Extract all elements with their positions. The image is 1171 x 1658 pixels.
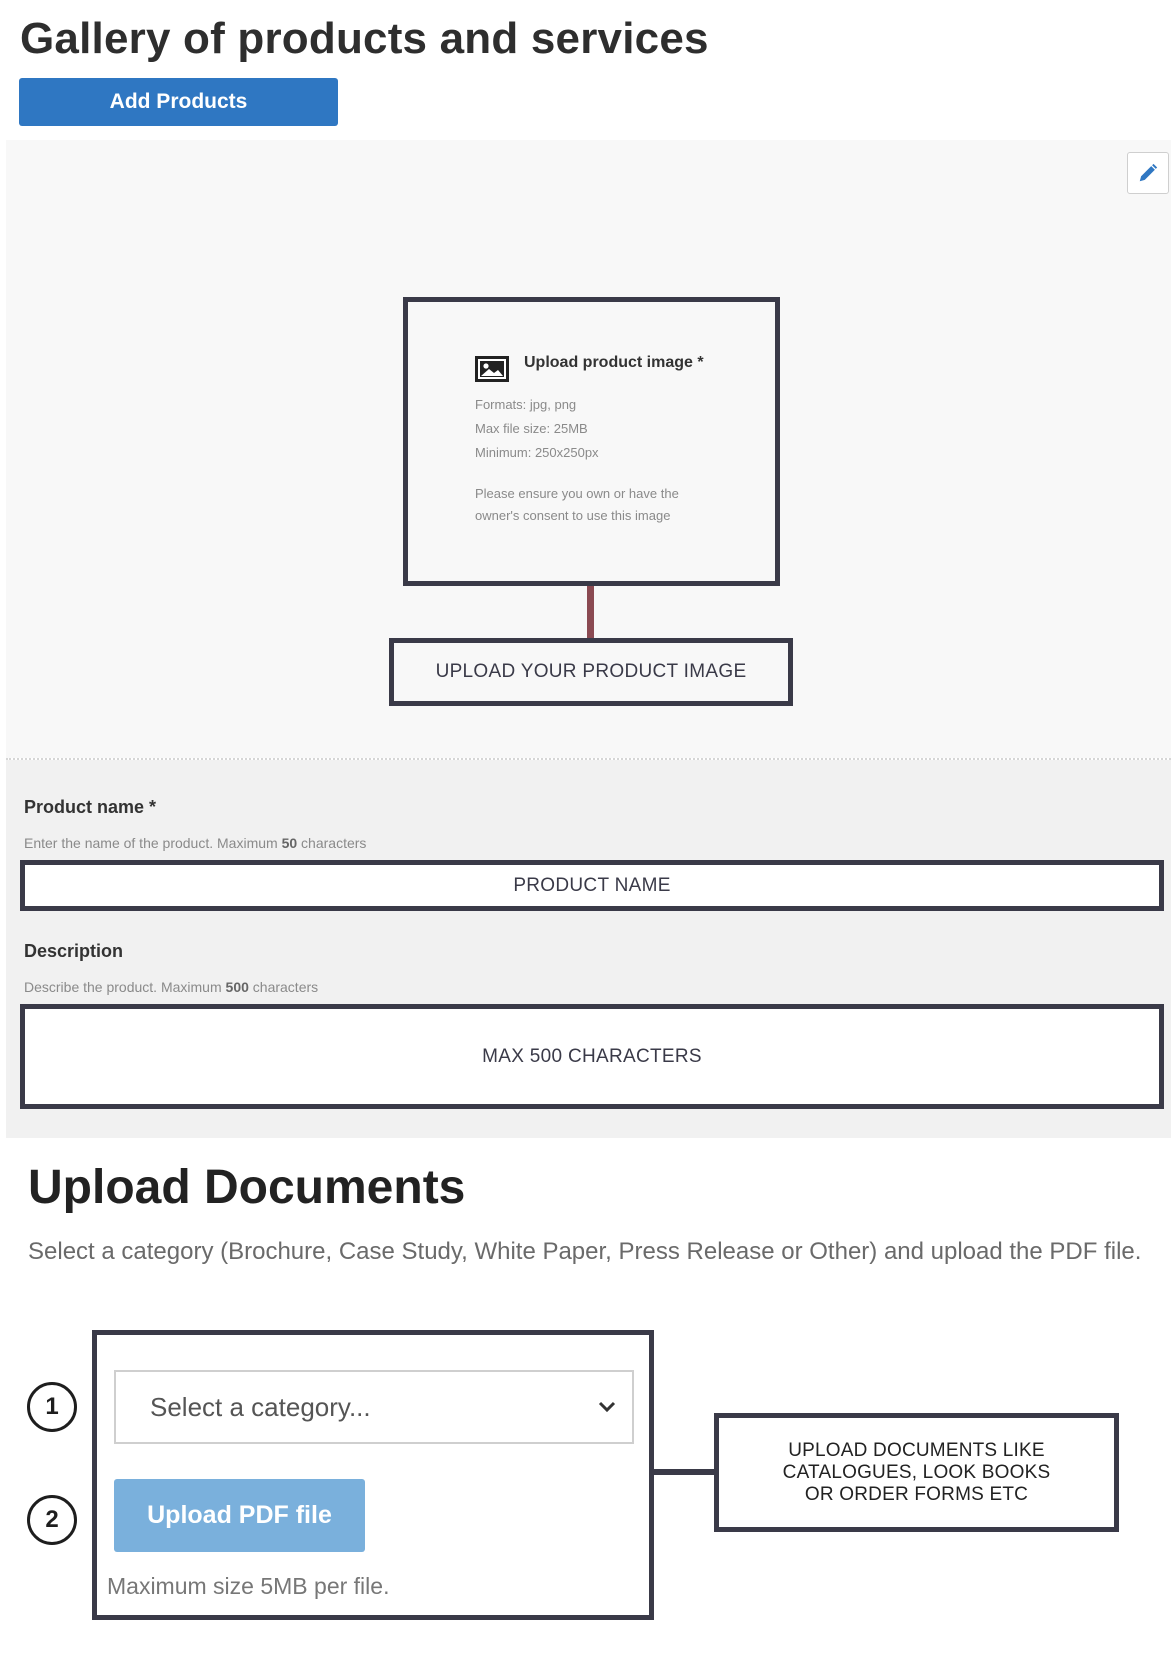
image-dropzone[interactable] bbox=[403, 297, 780, 586]
page-title: Gallery of products and services bbox=[20, 14, 709, 63]
callout-line: UPLOAD DOCUMENTS LIKE bbox=[788, 1439, 1045, 1461]
description-textarea[interactable]: MAX 500 CHARACTERS bbox=[20, 1004, 1164, 1109]
pencil-icon bbox=[1139, 163, 1158, 182]
category-select-placeholder: Select a category... bbox=[150, 1391, 371, 1422]
callout-connector bbox=[587, 586, 594, 639]
section-title: Upload Documents bbox=[28, 1161, 466, 1214]
documents-callout: UPLOAD DOCUMENTS LIKE CATALOGUES, LOOK B… bbox=[714, 1413, 1119, 1532]
max-size-note: Maximum size 5MB per file. bbox=[107, 1573, 390, 1599]
upload-image-title: Upload product image * bbox=[524, 354, 704, 371]
chevron-down-icon bbox=[598, 1401, 616, 1413]
add-products-button[interactable]: Add Products bbox=[19, 78, 338, 126]
description-label: Description bbox=[24, 941, 124, 961]
step-1-marker: 1 bbox=[27, 1382, 77, 1432]
consent-note-line2: owner's consent to use this image bbox=[475, 508, 671, 523]
image-minimum-size: Minimum: 250x250px bbox=[475, 445, 599, 460]
section-description: Select a category (Brochure, Case Study,… bbox=[28, 1238, 1142, 1265]
product-name-help: Enter the name of the product. Maximum 5… bbox=[24, 835, 367, 851]
callout-connector bbox=[654, 1469, 714, 1475]
image-icon bbox=[475, 356, 509, 382]
product-name-input[interactable]: PRODUCT NAME bbox=[20, 860, 1164, 911]
edit-button[interactable] bbox=[1127, 152, 1169, 194]
image-callout: UPLOAD YOUR PRODUCT IMAGE bbox=[389, 638, 793, 706]
step-2-marker: 2 bbox=[27, 1495, 77, 1545]
callout-line: CATALOGUES, LOOK BOOKS bbox=[782, 1461, 1051, 1483]
description-help: Describe the product. Maximum 500 charac… bbox=[24, 979, 319, 995]
category-select[interactable]: Select a category... bbox=[114, 1370, 634, 1444]
product-name-label: Product name * bbox=[24, 797, 157, 817]
callout-line: OR ORDER FORMS ETC bbox=[804, 1483, 1029, 1505]
product-name-annotation: PRODUCT NAME bbox=[513, 874, 671, 896]
description-annotation: MAX 500 CHARACTERS bbox=[482, 1045, 702, 1067]
consent-note-line1: Please ensure you own or have the bbox=[475, 486, 679, 501]
image-max-size: Max file size: 25MB bbox=[475, 421, 588, 436]
upload-pdf-button[interactable]: Upload PDF file bbox=[114, 1479, 365, 1552]
image-formats: Formats: jpg, png bbox=[475, 397, 577, 412]
